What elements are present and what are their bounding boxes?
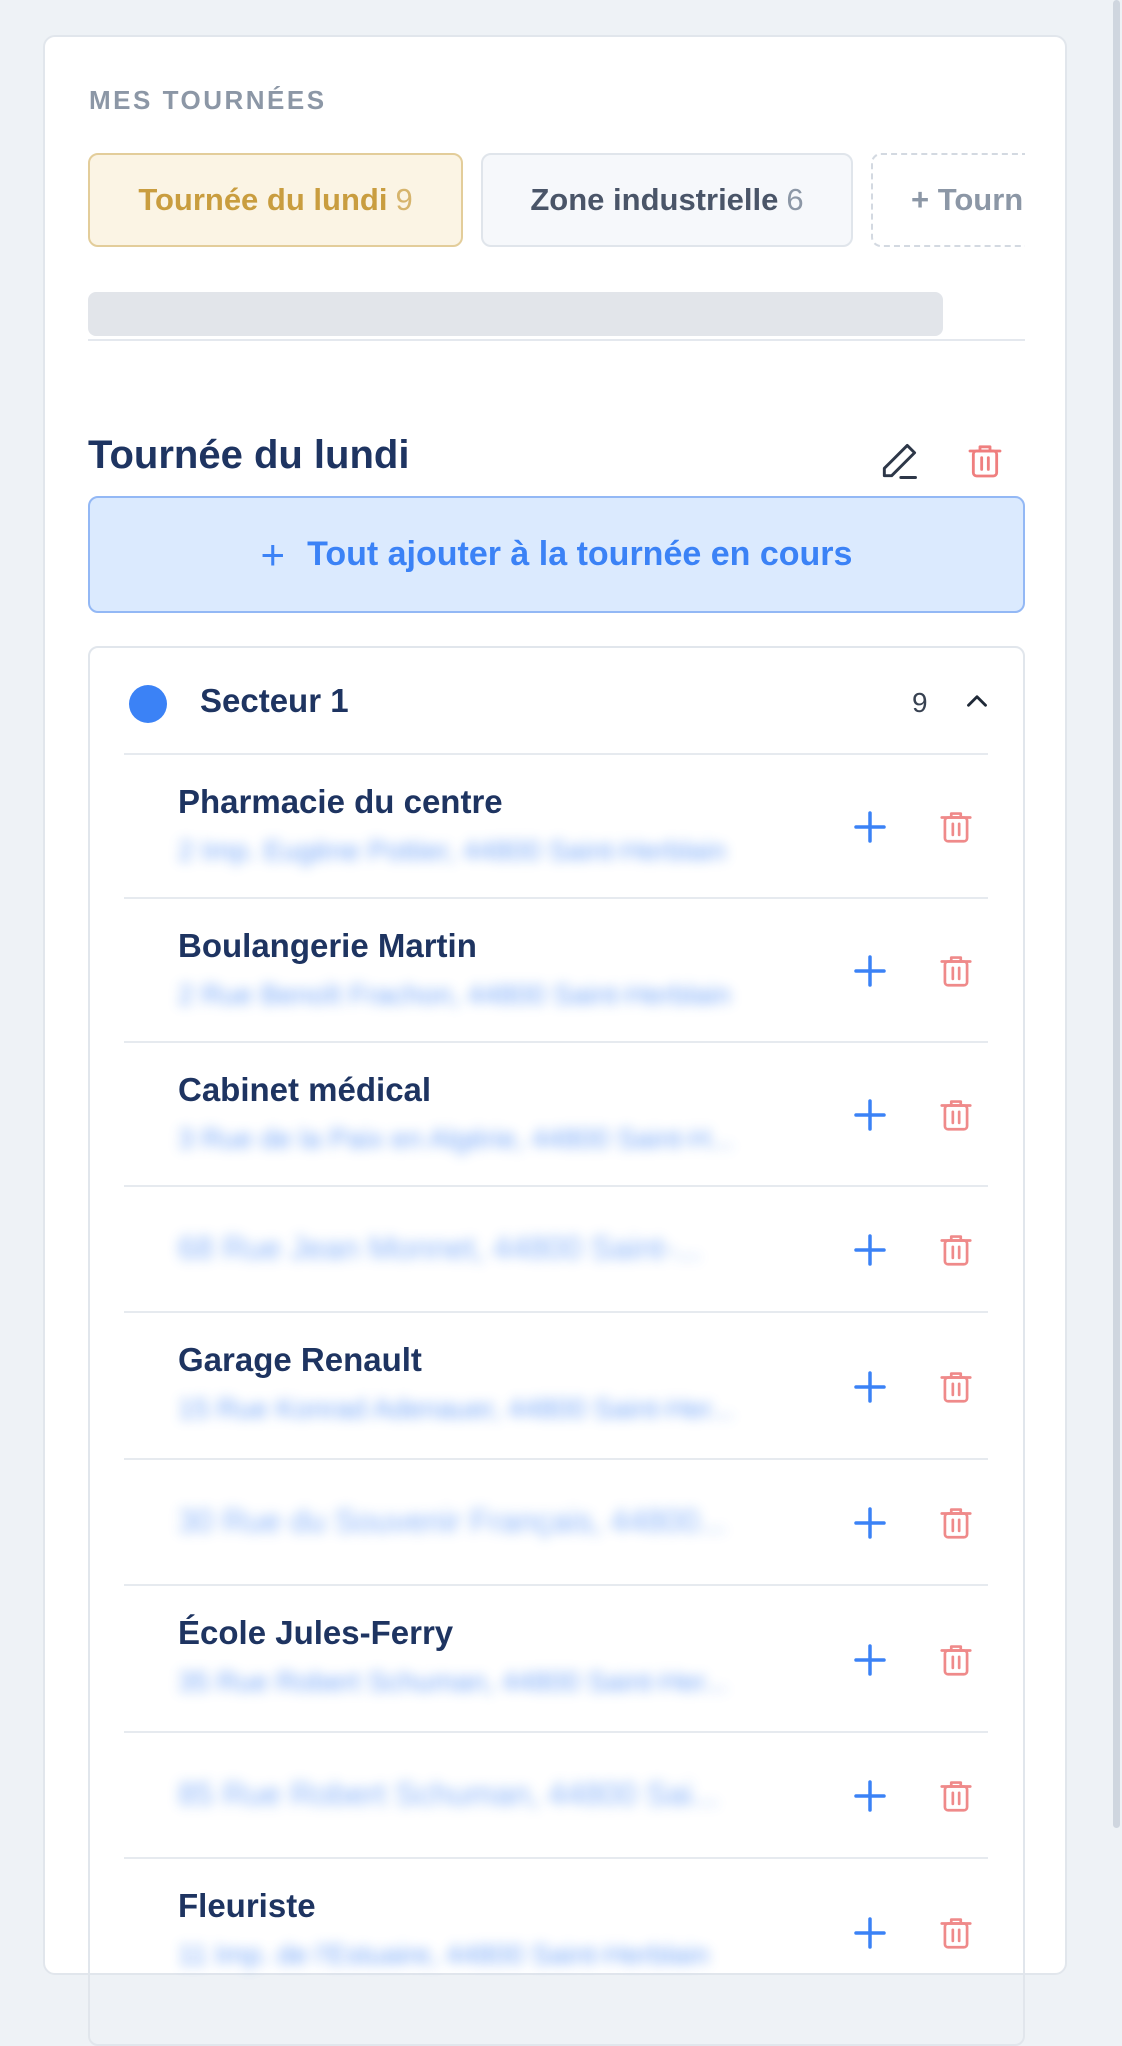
trash-icon [940, 1100, 972, 1131]
sector-color-dot [129, 685, 167, 723]
add-item-button[interactable] [849, 806, 891, 848]
sector-count: 9 [912, 687, 928, 718]
item-address: 15 Rue Konrad Adenauer, 44800 Saint-Her.… [178, 1393, 734, 1424]
plus-icon [854, 811, 886, 843]
sector-item[interactable]: Pharmacie du centre 2 Imp. Eugène Pottier… [124, 753, 988, 897]
item-name: École Jules-Ferry [178, 1614, 454, 1651]
new-tour-label: + Tourn [911, 182, 1024, 217]
add-item-button[interactable] [849, 1775, 891, 1817]
sector-item[interactable]: 30 Rue du Souvenir Français, 44800... [124, 1458, 988, 1584]
add-item-button[interactable] [849, 1502, 891, 1544]
add-item-button[interactable] [849, 950, 891, 992]
add-item-button[interactable] [849, 1094, 891, 1136]
delete-item-button[interactable] [937, 1639, 975, 1681]
tours-panel: MES TOURNÉES Tournée du lundi 9 Zone indu… [43, 35, 1067, 2046]
sector-name: Secteur 1 [200, 682, 349, 719]
plus-icon [854, 1643, 886, 1676]
item-name: Fleuriste [178, 1887, 316, 1924]
add-item-button[interactable] [849, 1229, 891, 1271]
pencil-icon [882, 443, 917, 479]
sector-item[interactable]: Garage Renault 15 Rue Konrad Adenauer, 44… [124, 1311, 988, 1458]
tab-label: Tournée du lundi [138, 182, 388, 217]
item-name: Boulangerie Martin [178, 927, 477, 964]
plus-icon [854, 1916, 886, 1949]
delete-item-button[interactable] [937, 1502, 975, 1544]
plus-icon [854, 1507, 886, 1539]
sector-item-list: Pharmacie du centre 2 Imp. Eugène Pottier… [124, 753, 988, 2004]
delete-item-button[interactable] [937, 1094, 975, 1136]
divider [88, 339, 1025, 341]
trash-icon [968, 445, 1002, 478]
plus-icon [854, 1370, 886, 1403]
sector-header[interactable]: Secteur 1 9 [90, 648, 1023, 753]
delete-item-button[interactable] [937, 1912, 975, 1954]
sector-item[interactable]: 85 Rue Robert Schuman, 44800 Sai... [124, 1731, 988, 1857]
tab-tournee-du-lundi[interactable]: Tournée du lundi 9 [88, 153, 463, 247]
delete-item-button[interactable] [937, 950, 975, 992]
sector-card: Secteur 1 9 Pharmacie du centre 2 Imp. Eu… [88, 646, 1025, 2046]
item-name: Pharmacie du centre [178, 783, 503, 820]
plus-icon [854, 1780, 886, 1812]
item-address: 11 Imp. de l'Estuaire, 44800 Saint-Herbl… [178, 1939, 709, 1970]
delete-tour-button[interactable] [960, 435, 1010, 487]
sector-item[interactable]: Fleuriste 11 Imp. de l'Estuaire, 44800 Sa… [124, 1857, 988, 2004]
section-label: MES TOURNÉES [89, 85, 327, 115]
delete-item-button[interactable] [937, 1366, 975, 1408]
trash-icon [940, 1508, 972, 1539]
page-scrollbar[interactable] [1110, 0, 1122, 1962]
item-address: 3 Rue de la Paix en Algérie, 44800 Saint… [178, 1123, 734, 1154]
item-address: 85 Rue Robert Schuman, 44800 Sai... [178, 1776, 719, 1812]
tour-tabs: Tournée du lundi 9 Zone industrielle 6 + T… [88, 153, 1025, 249]
tab-zone-industrielle[interactable]: Zone industrielle 6 [481, 153, 853, 247]
plus-icon [854, 955, 886, 987]
item-address: 35 Rue Robert Schuman, 44800 Saint-Her..… [178, 1666, 728, 1697]
add-all-to-current-tour-button[interactable]: + Tout ajouter à la tournée en cours [88, 496, 1025, 613]
sector-item[interactable]: Cabinet médical 3 Rue de la Paix en Algér… [124, 1041, 988, 1185]
trash-icon [940, 1644, 972, 1676]
trash-icon [940, 1917, 972, 1949]
trash-icon [940, 1371, 972, 1403]
tab-label: Zone industrielle [530, 182, 779, 217]
add-item-button[interactable] [849, 1639, 891, 1681]
delete-item-button[interactable] [937, 1775, 975, 1817]
item-name: Garage Renault [178, 1341, 422, 1378]
sector-item[interactable]: 68 Rue Jean Monnet, 44800 Saint-... [124, 1185, 988, 1311]
tab-count: 9 [395, 182, 413, 217]
item-name: Cabinet médical [178, 1071, 432, 1108]
plus-icon [854, 1099, 886, 1131]
plus-icon: + [260, 530, 286, 578]
tour-title: Tournée du lundi [88, 433, 410, 477]
trash-icon [940, 1781, 972, 1812]
sector-item[interactable]: École Jules-Ferry 35 Rue Robert Schuman, … [124, 1584, 988, 1731]
trash-icon [940, 956, 972, 987]
tab-count: 6 [786, 182, 804, 217]
item-address: 2 Rue Benoît Frachon, 44800 Saint-Herbla… [178, 979, 731, 1010]
item-address: 30 Rue du Souvenir Français, 44800... [178, 1503, 726, 1539]
sector-item[interactable]: Boulangerie Martin 2 Rue Benoît Frachon, … [124, 897, 988, 1041]
trash-icon [940, 812, 972, 843]
chevron-up-icon[interactable] [960, 684, 994, 718]
item-address: 68 Rue Jean Monnet, 44800 Saint-... [178, 1230, 702, 1266]
edit-tour-button[interactable] [873, 435, 925, 487]
plus-icon [854, 1234, 886, 1266]
trash-icon [940, 1235, 972, 1266]
add-item-button[interactable] [849, 1912, 891, 1954]
delete-item-button[interactable] [937, 806, 975, 848]
add-all-label: Tout ajouter à la tournée en cours [307, 535, 853, 573]
new-tour-tab[interactable]: + Tourn [871, 153, 1025, 247]
item-address: 2 Imp. Eugène Pottier, 44800 Saint-Herbl… [178, 835, 726, 866]
delete-item-button[interactable] [937, 1229, 975, 1271]
page-scrollbar-thumb[interactable] [1113, 0, 1120, 1828]
add-item-button[interactable] [849, 1366, 891, 1408]
tabs-scrollbar[interactable] [88, 292, 943, 336]
